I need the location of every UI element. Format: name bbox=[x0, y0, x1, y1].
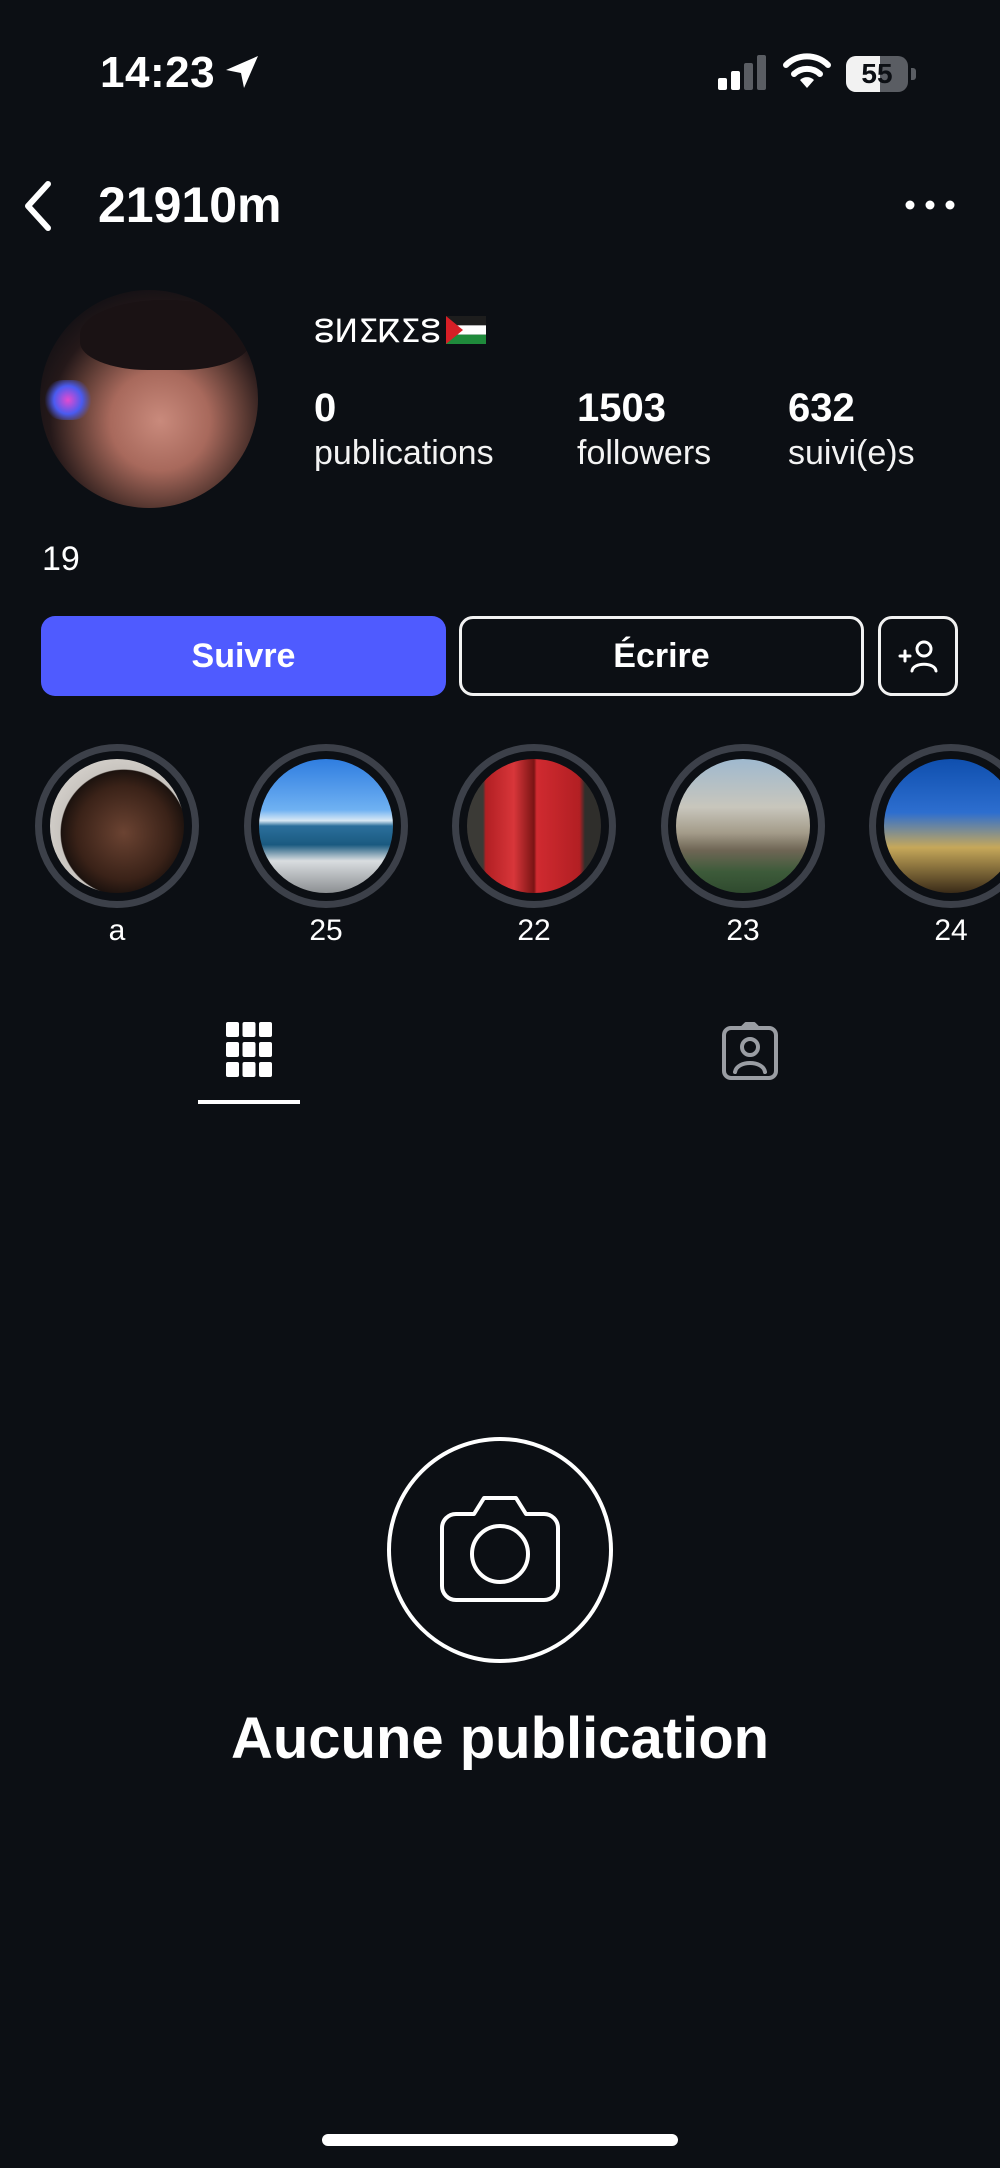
ellipsis-icon[interactable] bbox=[900, 185, 960, 225]
following-label[interactable]: suivi(e)s bbox=[788, 434, 915, 473]
location-arrow-icon bbox=[226, 56, 258, 88]
bio-text: 19 bbox=[42, 540, 80, 578]
follow-button[interactable]: Suivre bbox=[41, 616, 446, 696]
home-indicator bbox=[322, 2134, 678, 2146]
wifi-icon bbox=[783, 53, 831, 88]
highlight-item[interactable] bbox=[869, 744, 1000, 908]
grid-icon[interactable] bbox=[226, 1022, 272, 1078]
highlight-label: a bbox=[108, 914, 126, 947]
message-button[interactable]: Écrire bbox=[459, 616, 864, 696]
followers-label[interactable]: followers bbox=[577, 434, 711, 473]
posts-count: 0 bbox=[314, 386, 337, 430]
active-tab-indicator bbox=[198, 1100, 300, 1104]
profile-username: 21910m bbox=[98, 177, 282, 233]
highlight-item[interactable] bbox=[661, 744, 825, 908]
palestine-flag-icon bbox=[446, 316, 486, 344]
cellular-signal-icon bbox=[718, 55, 766, 90]
highlight-label: 23 bbox=[726, 914, 760, 947]
highlight-label: 24 bbox=[934, 914, 968, 947]
battery-level: 55 bbox=[861, 58, 893, 89]
highlight-label: 25 bbox=[309, 914, 343, 947]
following-count[interactable]: 632 bbox=[788, 386, 855, 431]
display-name: ⵓⵍⵉⴽⵉⵓ bbox=[314, 313, 441, 349]
battery-indicator: 55 bbox=[846, 56, 916, 92]
tagged-person-icon[interactable] bbox=[720, 1022, 780, 1082]
followers-count[interactable]: 1503 bbox=[577, 386, 666, 431]
posts-label: publications bbox=[314, 434, 494, 472]
highlight-item[interactable] bbox=[244, 744, 408, 908]
empty-state-title: Aucune publication bbox=[230, 1706, 770, 1771]
chevron-left-icon[interactable] bbox=[14, 176, 64, 236]
highlight-item[interactable] bbox=[35, 744, 199, 908]
status-time: 14:23 bbox=[100, 48, 216, 97]
suggest-people-button[interactable] bbox=[878, 616, 958, 696]
avatar[interactable] bbox=[40, 290, 258, 508]
highlight-item[interactable] bbox=[452, 744, 616, 908]
add-person-icon bbox=[898, 640, 938, 673]
highlight-label: 22 bbox=[517, 914, 551, 947]
camera-icon bbox=[440, 1496, 560, 1602]
